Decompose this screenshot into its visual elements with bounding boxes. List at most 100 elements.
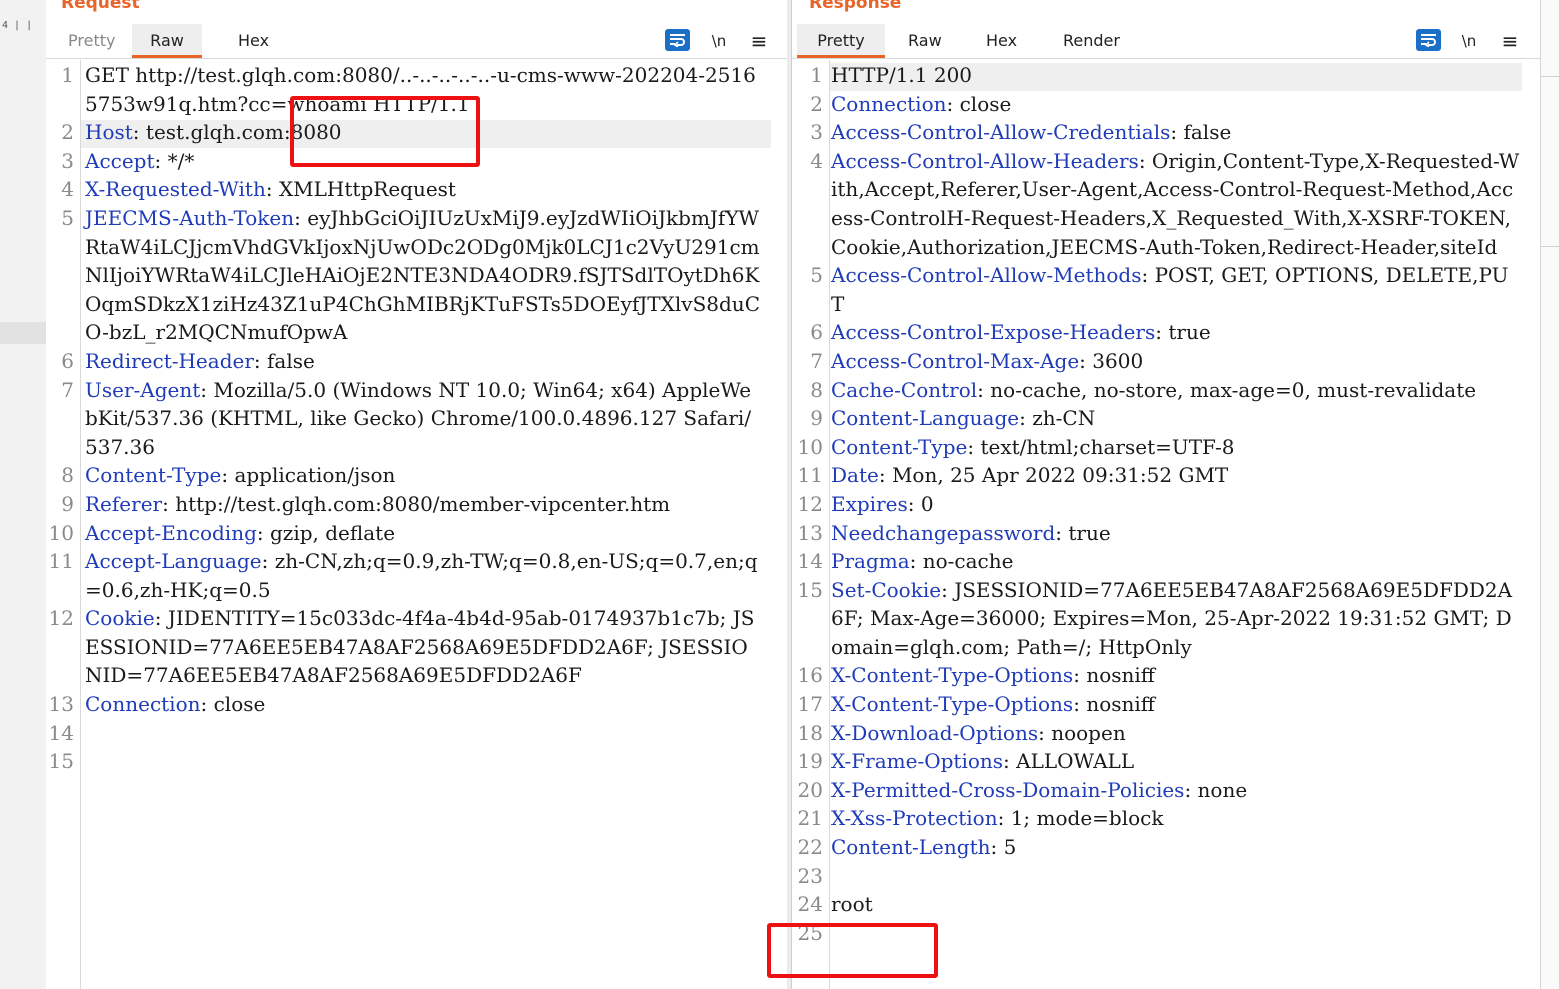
header-value: 0 [920,491,934,516]
line-number: 1 [61,63,74,87]
response-tab-raw[interactable]: Raw [896,24,954,58]
wrap-lines-button[interactable] [1416,29,1441,51]
newline-toggle-button[interactable]: \n [706,28,732,54]
request-line[interactable]: 10 Accept-Encoding: gzip, deflate [46,519,787,548]
request-tab-pretty[interactable]: Pretty [56,24,127,58]
request-line[interactable]: 4 X-Requested-With: XMLHttpRequest [46,175,787,204]
response-line[interactable]: 21 X-Xss-Protection: 1; mode=block [792,804,1540,833]
request-line[interactable]: 12 Cookie: JIDENTITY=15c033dc-4f4a-4b4d-9… [46,604,787,690]
response-line[interactable]: 18 X-Download-Options: noopen [792,719,1540,748]
line-number: 11 [48,549,74,574]
header-name: Redirect-Header [85,348,254,373]
line-text: Access-Control-Expose-Headers: true [831,320,1211,345]
response-line[interactable]: 24 root [792,890,1540,919]
response-tab-render[interactable]: Render [1051,24,1132,58]
header-name: Accept-Language [85,549,262,574]
response-tab-hex[interactable]: Hex [974,24,1029,58]
line-content [85,749,91,773]
header-value: http://test.glqh.com:8080/member-vipcent… [175,491,671,516]
wrap-lines-button[interactable] [665,29,690,51]
response-line[interactable]: 14 Pragma: no-cache [792,547,1540,576]
right-strip-tick [1541,246,1559,247]
response-line[interactable]: 19 X-Frame-Options: ALLOWALL [792,747,1540,776]
line-text: Access-Control-Allow-Headers: Origin,Con… [831,148,1520,259]
response-line[interactable]: 17 X-Content-Type-Options: nosniff [792,690,1540,719]
request-line[interactable]: 8 Content-Type: application/json [46,461,787,490]
header-value: nosniff [1086,663,1155,688]
header-name: Access-Control-Allow-Headers [831,148,1139,173]
header-name: Connection [831,91,947,116]
response-line[interactable]: 16 X-Content-Type-Options: nosniff [792,661,1540,690]
line-number: 23 [797,863,823,888]
response-line[interactable]: 15 Set-Cookie: JSESSIONID=77A6EE5EB47A8AF… [792,576,1540,662]
response-line[interactable]: 6 Access-Control-Expose-Headers: true [792,318,1540,347]
response-editor[interactable]: 1 HTTP/1.1 200 2 Connection: close 3 Access-C… [792,61,1540,947]
header-value: ALLOWALL [1016,749,1135,774]
menu-icon[interactable]: ≡ [1497,28,1523,54]
line-number: 1 [810,63,823,87]
line-number: 6 [810,320,823,345]
response-line[interactable]: 20 X-Permitted-Cross-Domain-Policies: non… [792,776,1540,805]
header-value: XMLHttpRequest [278,177,456,202]
header-name: Accept [85,148,155,173]
header-name: X-Requested-With [85,177,266,202]
header-name: Needchangepassword [831,520,1056,545]
line-content: root [831,892,873,917]
line-number: 24 [797,892,823,917]
response-line[interactable]: 13 Needchangepassword: true [792,519,1540,548]
response-line[interactable]: 10 Content-Type: text/html;charset=UTF-8 [792,433,1540,462]
response-line[interactable]: 8 Cache-Control: no-cache, no-store, max-… [792,376,1540,405]
response-line[interactable]: 23 [792,862,1540,891]
line-text: Content-Language: zh-CN [831,406,1096,431]
newline-toggle-button[interactable]: \n [1456,28,1482,54]
wrap-lines-icon [670,34,685,47]
request-line[interactable]: 7 User-Agent: Mozilla/5.0 (Windows NT 10.… [46,376,787,462]
line-number: 10 [48,520,74,545]
header-value: false [267,348,315,373]
line-text: Content-Type: application/json [85,463,396,488]
request-tab-raw[interactable]: Raw [132,24,202,58]
request-tabs: Pretty Raw Hex \n ≡ [46,24,787,59]
response-tab-pretty[interactable]: Pretty [797,24,885,58]
response-line[interactable]: 2 Connection: close [792,90,1540,119]
header-value: noopen [1051,720,1126,745]
header-name: X-Permitted-Cross-Domain-Policies [831,777,1185,802]
header-name: Access-Control-Allow-Methods [831,263,1142,288]
request-line[interactable]: 13 Connection: close [46,690,787,719]
response-line[interactable]: 5 Access-Control-Allow-Methods: POST, GET… [792,261,1540,318]
line-text [85,747,761,776]
response-line[interactable]: 11 Date: Mon, 25 Apr 2022 09:31:52 GMT [792,461,1540,490]
request-line[interactable]: 14 [46,719,787,748]
request-line[interactable]: 6 Redirect-Header: false [46,347,787,376]
response-line[interactable]: 7 Access-Control-Max-Age: 3600 [792,347,1540,376]
request-line[interactable]: 5 JEECMS-Auth-Token: eyJhbGciOiJIUzUxMiJ9… [46,204,787,347]
request-editor[interactable]: 1 GET http://test.glqh.com:8080/..-..-..-… [46,61,787,776]
header-value: false [1183,120,1232,145]
line-text: Content-Type: text/html;charset=UTF-8 [831,434,1235,459]
header-name: Referer [85,491,163,516]
response-line[interactable]: 12 Expires: 0 [792,490,1540,519]
menu-icon[interactable]: ≡ [746,28,772,54]
response-line[interactable]: 9 Content-Language: zh-CN [792,404,1540,433]
request-tab-hex[interactable]: Hex [226,24,281,58]
response-line[interactable]: 1 HTTP/1.1 200 [792,61,1540,90]
response-line[interactable]: 22 Content-Length: 5 [792,833,1540,862]
line-number: 12 [48,606,74,631]
header-name: Content-Length [831,835,991,860]
request-line[interactable]: 15 [46,747,787,776]
right-strip-tick [1541,76,1559,77]
response-line[interactable]: 4 Access-Control-Allow-Headers: Origin,Co… [792,147,1540,261]
line-content: HTTP/1.1 200 [831,63,973,87]
line-number: 8 [810,377,823,402]
line-text: Referer: http://test.glqh.com:8080/membe… [85,491,671,516]
line-number: 4 [810,148,823,173]
header-value: JIDENTITY=15c033dc-4f4a-4b4d-95ab-017493… [85,606,755,688]
annotation-box-query [290,96,480,167]
request-line[interactable]: 9 Referer: http://test.glqh.com:8080/memb… [46,490,787,519]
response-line[interactable]: 3 Access-Control-Allow-Credentials: false [792,118,1540,147]
line-text: X-Requested-With: XMLHttpRequest [85,177,456,202]
line-number: 5 [810,263,823,288]
request-line[interactable]: 11 Accept-Language: zh-CN,zh;q=0.9,zh-TW;… [46,547,787,604]
line-text: Access-Control-Allow-Credentials: false [831,120,1232,145]
line-number: 5 [61,205,74,230]
